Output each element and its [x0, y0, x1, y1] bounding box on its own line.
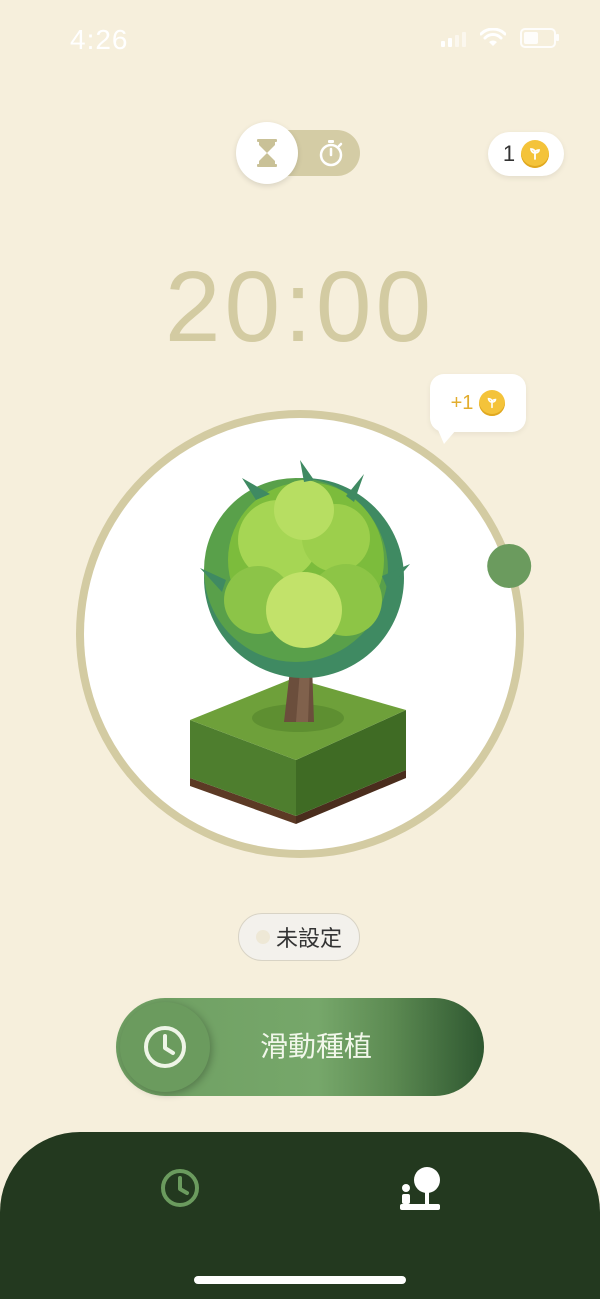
- cellular-signal-icon: [441, 29, 466, 47]
- status-bar: 4:26: [0, 0, 600, 80]
- tree-illustration: [186, 460, 426, 830]
- timer-ring[interactable]: [66, 400, 534, 868]
- hourglass-mode-button[interactable]: [236, 122, 298, 184]
- wifi-icon: [480, 28, 506, 46]
- clock-icon: [161, 1169, 199, 1207]
- slider-knob[interactable]: [120, 1002, 210, 1092]
- status-time: 4:26: [70, 24, 129, 55]
- ring-handle[interactable]: [487, 544, 532, 588]
- slide-to-plant-button[interactable]: 滑動種植: [116, 998, 484, 1096]
- coin-balance[interactable]: 1: [488, 132, 564, 176]
- timer-mode-toggle[interactable]: [236, 122, 360, 184]
- tab-bar: [0, 1132, 600, 1299]
- tag-selector[interactable]: 未設定: [238, 913, 360, 961]
- status-icons: [441, 28, 559, 48]
- tab-forest[interactable]: [398, 1164, 444, 1214]
- plant-button-label: 滑動種植: [259, 1030, 372, 1063]
- battery-icon: [520, 28, 559, 48]
- clock-icon: [144, 1026, 186, 1068]
- timer-display: 20:00: [164, 251, 436, 363]
- hourglass-icon: [257, 139, 277, 167]
- forest-icon: [400, 1167, 440, 1210]
- coin-icon: [521, 140, 550, 168]
- coin-count: 1: [502, 141, 516, 166]
- stopwatch-mode-button[interactable]: [308, 130, 354, 176]
- tag-label: 未設定: [275, 927, 342, 952]
- stopwatch-icon: [319, 140, 343, 167]
- tag-color-dot: [255, 930, 270, 944]
- tab-timer[interactable]: [158, 1166, 202, 1210]
- home-indicator: [194, 1276, 406, 1284]
